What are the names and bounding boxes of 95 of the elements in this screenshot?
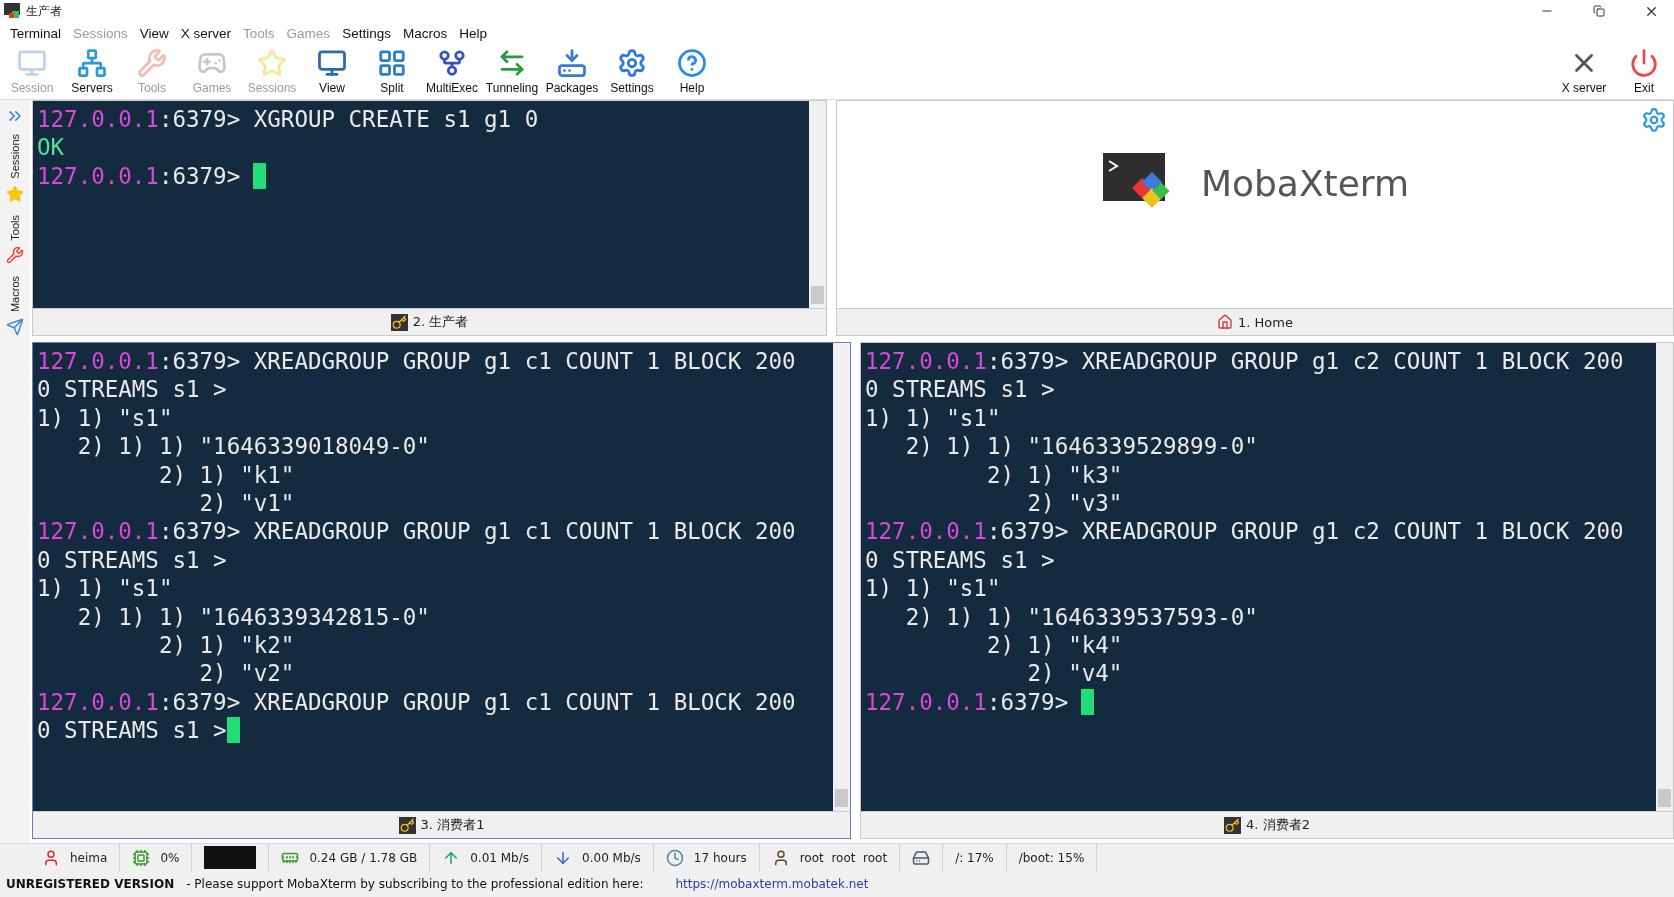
- terminal-line: 1) 1) "s1": [865, 404, 1001, 431]
- terminal-line: 127.0.0.1:6379> XREADGROUP GROUP g1 c1 COUNT 1 BLOCK 200: [37, 348, 796, 374]
- status-text: /: 17%: [955, 850, 994, 865]
- terminal-line: 127.0.0.1:6379> XGROUP CREATE s1 g1 0: [37, 106, 539, 132]
- menu-item[interactable]: View: [133, 25, 175, 41]
- toolbar-button[interactable]: Exit: [1614, 44, 1674, 99]
- status-text: 0.24 GB / 1.78 GB: [309, 850, 418, 865]
- scrollbar[interactable]: [833, 343, 850, 811]
- terminal-line: 127.0.0.1:6379> XREADGROUP GROUP g1 c1 COUNT 1 BLOCK 200: [37, 688, 796, 715]
- scrollbar[interactable]: [809, 101, 826, 308]
- terminal-line: 0 STREAMS s1 >: [37, 546, 227, 573]
- home-icon: [1217, 314, 1234, 330]
- send-icon: [6, 318, 24, 337]
- toolbar-button[interactable]: Packages: [542, 44, 602, 99]
- toolbar-button[interactable]: View: [302, 44, 362, 99]
- website-link[interactable]: https://mobaxterm.mobatek.net: [675, 877, 869, 891]
- toolbar-button[interactable]: Servers: [62, 44, 122, 99]
- user-icon: [42, 848, 60, 867]
- terminal-line: 127.0.0.1:6379> XREADGROUP GROUP g1 c2 COUNT 1 BLOCK 200: [865, 518, 1624, 545]
- terminal-line: 2) 1) 1) "1646339529899-0": [904, 433, 1258, 460]
- session-tab[interactable]: 4. 消费者2: [1220, 816, 1314, 834]
- terminal-line: 2) "v3": [1026, 489, 1123, 516]
- fork-icon: [437, 48, 467, 78]
- terminal-line: 2) 1) "k3": [985, 461, 1123, 488]
- terminal-line: 2) 1) 1) "1646339537593-0": [904, 603, 1258, 630]
- settings-icon[interactable]: [1641, 107, 1667, 133]
- terminal-line: 2) 1) "k1": [157, 461, 295, 488]
- terminal-line: 1) 1) "s1": [865, 575, 1001, 602]
- terminal-line: 2) "v1": [198, 489, 295, 516]
- version-label: UNREGISTERED VERSION: [6, 877, 175, 891]
- status-text: 0.01 Mb/s: [470, 850, 530, 865]
- terminal-screen[interactable]: [33, 343, 850, 811]
- terminal-line: 2) "v4": [1026, 660, 1123, 687]
- terminal-line: 1) 1) "s1": [37, 575, 173, 602]
- status-text: /boot: 15%: [1018, 850, 1085, 865]
- status-text: 0.00 Mb/s: [582, 850, 641, 865]
- app-name: MobaXterm: [1200, 163, 1410, 204]
- help-icon: [677, 48, 707, 78]
- key-icon: [390, 313, 408, 331]
- terminal-line: 2) 1) "k4": [985, 631, 1123, 658]
- menu-item[interactable]: Settings: [336, 25, 397, 41]
- scrollbar[interactable]: [1656, 343, 1673, 811]
- status-text: 0%: [160, 850, 180, 865]
- toolbar-button[interactable]: Split: [362, 44, 422, 99]
- split-icon: [377, 48, 407, 78]
- toolbar-button[interactable]: MultiExec: [422, 44, 482, 99]
- wrench-icon: [137, 48, 167, 78]
- terminal-line: 2) "v2": [198, 660, 295, 687]
- star-icon: [6, 184, 24, 203]
- monitor-icon: [317, 48, 347, 78]
- app-icon: [4, 3, 20, 19]
- status-text: heima: [70, 850, 108, 865]
- terminal-screen[interactable]: [861, 343, 1673, 811]
- status-text: 17 hours: [693, 850, 747, 865]
- clock-icon: [665, 848, 684, 867]
- terminal-line: 127.0.0.1:6379>: [37, 162, 241, 189]
- toolbar-button[interactable]: X server: [1554, 44, 1614, 99]
- terminal-line: 0 STREAMS s1 >: [37, 717, 227, 744]
- network-icon: [77, 48, 107, 78]
- session-tab[interactable]: 2. 生产者: [386, 313, 473, 331]
- activity-graph: [204, 846, 257, 869]
- menu-item[interactable]: Terminal: [4, 25, 67, 41]
- terminal-line: 2) 1) "k2": [157, 631, 295, 658]
- menu-item[interactable]: X server: [174, 25, 238, 41]
- key-icon: [1224, 816, 1242, 834]
- menu-item[interactable]: Macros: [396, 25, 454, 41]
- support-message: - Please support MobaXterm by subscribing to the professional edition here:: [186, 877, 644, 891]
- terminal-line: 2) 1) 1) "1646339018049-0": [76, 433, 430, 460]
- cpu-icon: [132, 848, 151, 867]
- toolbar-button[interactable]: Settings: [602, 44, 662, 99]
- monitor-icon: [17, 48, 47, 78]
- restore-icon[interactable]: [1593, 5, 1605, 17]
- settings-icon: [617, 48, 647, 78]
- terminal-line: 127.0.0.1:6379>: [865, 688, 1069, 715]
- terminal-line: 127.0.0.1:6379> XREADGROUP GROUP g1 c2 COUNT 1 BLOCK 200: [865, 348, 1624, 374]
- wrench-icon: [6, 246, 24, 265]
- toolbar-button[interactable]: Help: [662, 44, 722, 99]
- terminal-screen[interactable]: 127.0.0.1:6379> XGROUP CREATE s1 g1 0 OK 127.0.0.1:6379>: [33, 101, 826, 308]
- terminal-line: 1) 1) "s1": [37, 404, 173, 431]
- menu-item[interactable]: Help: [453, 25, 493, 41]
- terminal-line: 0 STREAMS s1 >: [865, 546, 1055, 573]
- terminal-line: 127.0.0.1:6379> XREADGROUP GROUP g1 c1 COUNT 1 BLOCK 200: [37, 518, 796, 545]
- toolbar-button[interactable]: Tunneling: [482, 44, 542, 99]
- terminal-line: OK: [37, 134, 65, 161]
- terminal-line: 2) 1) 1) "1646339342815-0": [76, 603, 430, 630]
- session-tab[interactable]: 1. Home: [1213, 314, 1297, 330]
- window-title: 生产者: [26, 2, 63, 20]
- download-icon: [557, 48, 587, 78]
- power-icon: [1629, 48, 1659, 78]
- key-icon: [398, 816, 416, 834]
- terminal-line: 0 STREAMS s1 >: [865, 376, 1055, 403]
- status-text: root root root: [799, 850, 888, 865]
- star-icon: [257, 48, 287, 78]
- session-tab[interactable]: 3. 消费者1: [394, 816, 489, 834]
- terminal-line: 0 STREAMS s1 >: [37, 376, 227, 403]
